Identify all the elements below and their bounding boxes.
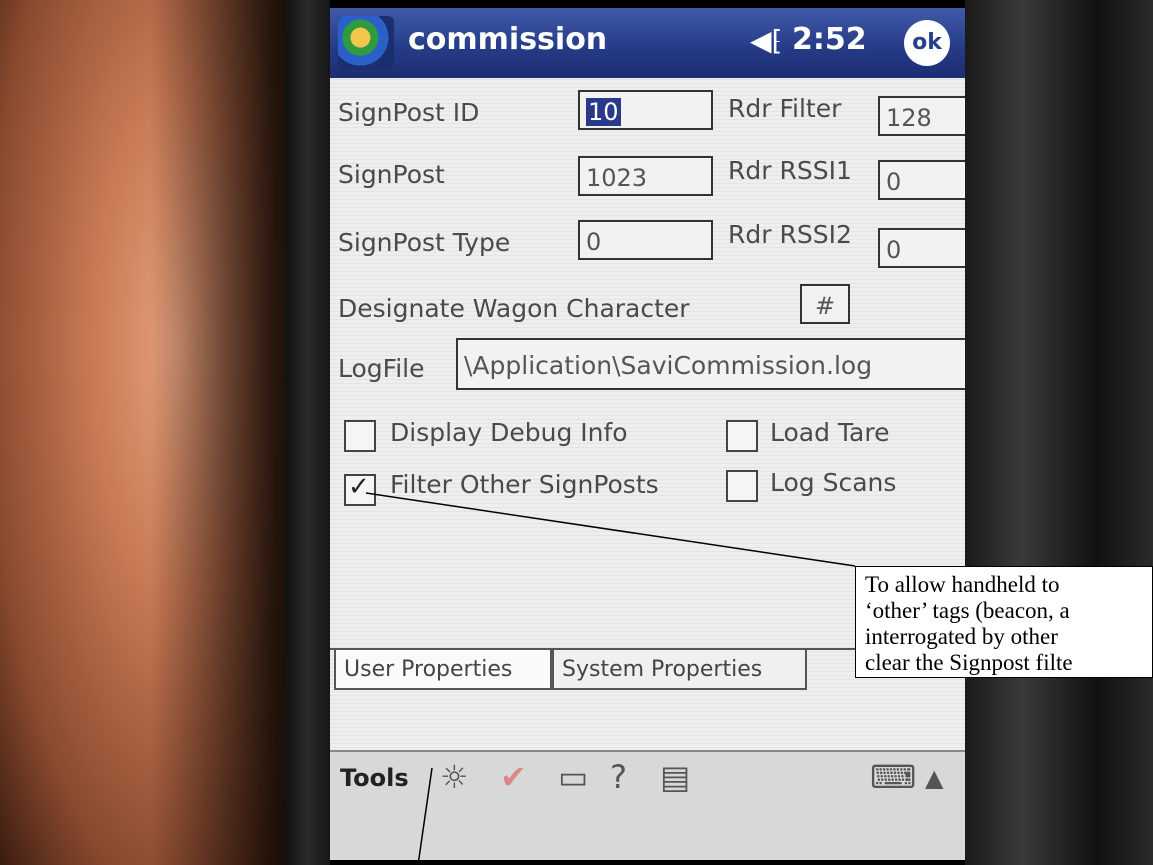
signpost-id-field[interactable]: 10 [578, 90, 713, 130]
title-bar: commission ◀⁅ 2:52 ok [330, 8, 965, 78]
rdr-rssi1-field[interactable]: 0 [878, 160, 965, 200]
tools-menu[interactable]: Tools [340, 764, 409, 792]
device-screen: commission ◀⁅ 2:52 ok SignPost ID 10 Rdr… [330, 8, 965, 860]
device-bezel-right [965, 0, 1153, 865]
rdr-rssi1-label: Rdr RSSI1 [728, 156, 852, 185]
rdr-rssi2-field[interactable]: 0 [878, 228, 965, 268]
signpost-id-value: 10 [586, 98, 621, 126]
rdr-filter-label: Rdr Filter [728, 94, 842, 123]
signpost-id-label: SignPost ID [338, 98, 480, 127]
annotation-callout: To allow handheld to ‘other’ tags (beaco… [855, 566, 1153, 678]
rdr-filter-field[interactable]: 128 [878, 96, 965, 136]
callout-line: interrogated by other [865, 624, 1058, 649]
rdr-rssi2-label: Rdr RSSI2 [728, 220, 852, 249]
calculator-icon[interactable]: ▤ [660, 758, 690, 796]
clock[interactable]: 2:52 [792, 22, 867, 57]
load-tare-checkbox[interactable] [726, 420, 758, 452]
filter-other-signposts-checkbox[interactable] [344, 472, 376, 506]
speaker-icon[interactable]: ◀⁅ [750, 24, 782, 57]
wagon-character-field[interactable]: # [800, 284, 850, 324]
start-menu-icon[interactable] [338, 16, 394, 70]
load-tare-label: Load Tare [770, 418, 890, 447]
display-debug-label: Display Debug Info [390, 418, 628, 447]
device-bezel-left [285, 0, 330, 865]
logfile-field[interactable]: \Application\SaviCommission.log [456, 338, 965, 390]
window-icon[interactable]: ▭ [558, 758, 588, 796]
callout-line: To allow handheld to [865, 572, 1060, 597]
keyboard-icon[interactable]: ⌨ [870, 758, 916, 796]
brightness-icon[interactable]: ☼ [440, 758, 469, 796]
ok-button[interactable]: ok [904, 20, 950, 66]
callout-line: ‘other’ tags (beacon, a [865, 598, 1070, 623]
app-title: commission [408, 22, 608, 57]
callout-line: clear the Signpost filte [865, 650, 1073, 675]
logfile-label: LogFile [338, 354, 425, 383]
wagon-character-label: Designate Wagon Character [338, 294, 690, 323]
signpost-field[interactable]: 1023 [578, 156, 713, 196]
filter-other-signposts-label: Filter Other SignPosts [390, 470, 659, 499]
arrow-up-icon[interactable]: ▲ [925, 764, 943, 792]
signpost-type-label: SignPost Type [338, 228, 511, 257]
signpost-label: SignPost [338, 160, 445, 189]
display-debug-checkbox[interactable] [344, 420, 376, 452]
log-scans-checkbox[interactable] [726, 470, 758, 502]
help-icon[interactable]: ? [610, 758, 627, 796]
tab-user-properties[interactable]: User Properties [334, 650, 552, 690]
tab-system-properties[interactable]: System Properties [552, 650, 807, 690]
signpost-type-field[interactable]: 0 [578, 220, 713, 260]
check-icon[interactable]: ✔ [500, 758, 527, 796]
bottom-toolbar: Tools ☼ ✔ ▭ ? ▤ ⌨ ▲ [330, 750, 965, 860]
log-scans-label: Log Scans [770, 468, 897, 497]
